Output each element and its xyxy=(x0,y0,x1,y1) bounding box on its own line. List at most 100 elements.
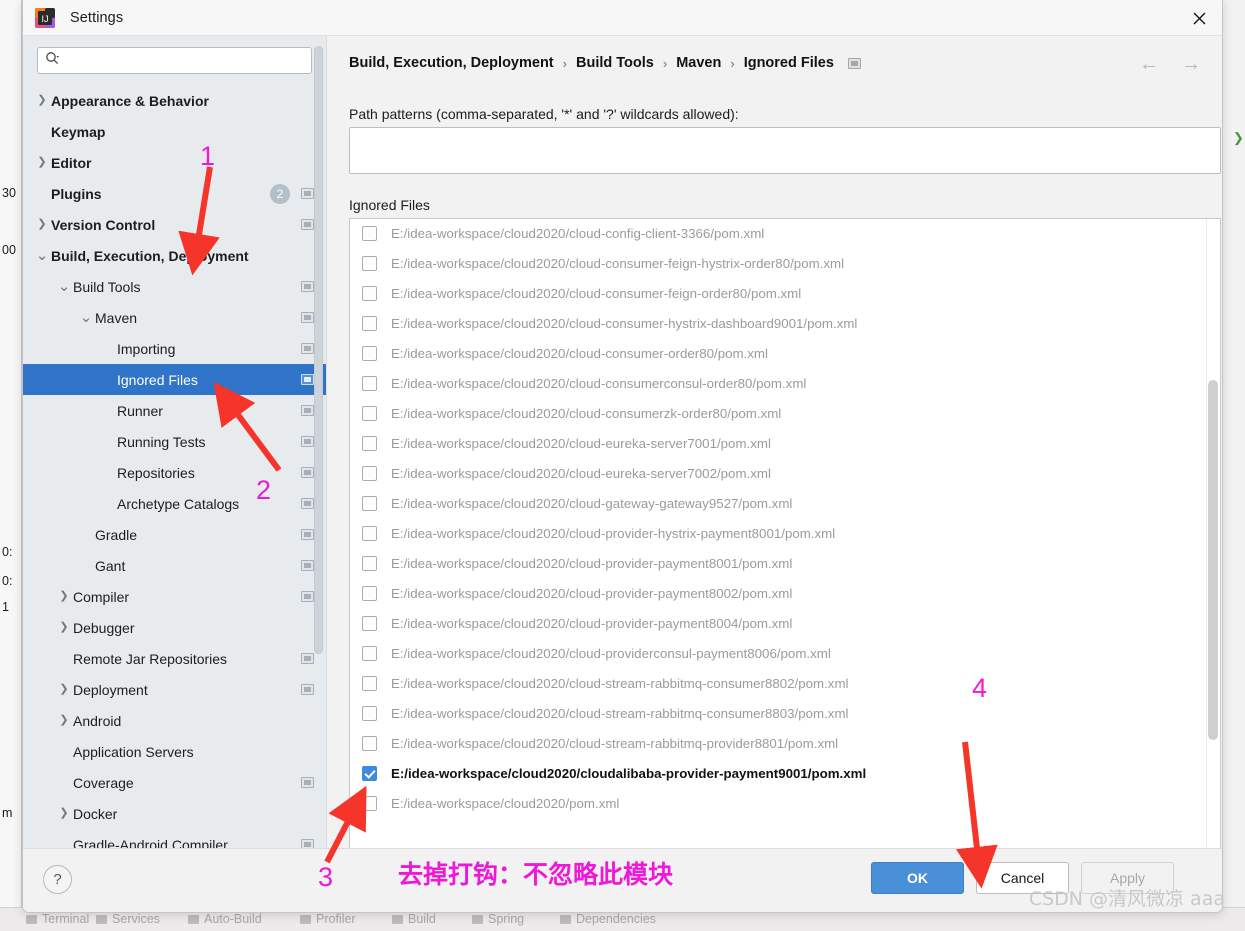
sidebar-item-appearance-behavior[interactable]: ❯ Appearance & Behavior xyxy=(23,85,326,116)
ignored-file-checkbox[interactable] xyxy=(362,585,377,601)
arrow-right-icon[interactable]: → xyxy=(1178,52,1204,76)
sidebar-item-coverage[interactable]: Coverage xyxy=(23,767,326,798)
sidebar-item-runner[interactable]: Runner xyxy=(23,395,326,426)
sidebar-item-deployment[interactable]: ❯ Deployment xyxy=(23,674,326,705)
ignored-file-checkbox[interactable] xyxy=(362,705,377,721)
help-button[interactable]: ? xyxy=(43,865,72,894)
ignored-file-checkbox[interactable] xyxy=(362,645,377,661)
ignored-file-checkbox[interactable] xyxy=(362,525,377,541)
sidebar-item-version-control[interactable]: ❯ Version Control xyxy=(23,209,326,240)
ignored-file-checkbox[interactable] xyxy=(362,795,377,811)
chevron-down-icon[interactable]: ⌄ xyxy=(55,279,73,294)
chevron-down-icon[interactable]: ⌄ xyxy=(33,248,51,263)
files-scrollbar-track[interactable] xyxy=(1206,219,1220,848)
ignored-file-row[interactable]: E:/idea-workspace/cloud2020/cloud-consum… xyxy=(350,368,1220,398)
ignored-file-checkbox[interactable] xyxy=(362,405,377,421)
sidebar-item-gant[interactable]: Gant xyxy=(23,550,326,581)
ignored-file-row[interactable]: E:/idea-workspace/cloud2020/pom.xml xyxy=(350,788,1220,818)
ignored-file-checkbox[interactable] xyxy=(362,615,377,631)
ignored-file-row[interactable]: E:/idea-workspace/cloud2020/cloud-gatewa… xyxy=(350,488,1220,518)
sidebar-item-docker[interactable]: ❯ Docker xyxy=(23,798,326,829)
chevron-right-icon[interactable]: ❯ xyxy=(55,684,73,695)
tool-tab-build[interactable]: Build xyxy=(392,912,436,926)
chevron-right-icon[interactable]: ❯ xyxy=(33,219,51,230)
ignored-file-row[interactable]: E:/idea-workspace/cloud2020/cloud-provid… xyxy=(350,608,1220,638)
ignored-file-checkbox[interactable] xyxy=(362,285,377,301)
ignored-file-row[interactable]: E:/idea-workspace/cloud2020/cloud-config… xyxy=(350,219,1220,248)
sidebar-item-gradle-android-compiler[interactable]: Gradle-Android Compiler xyxy=(23,829,326,848)
breadcrumb-item[interactable]: Ignored Files xyxy=(744,55,834,71)
ignored-file-checkbox[interactable] xyxy=(362,315,377,331)
sidebar-item-build-tools[interactable]: ⌄ Build Tools xyxy=(23,271,326,302)
breadcrumb-item[interactable]: Build, Execution, Deployment xyxy=(349,55,554,71)
tool-tab-spring[interactable]: Spring xyxy=(472,912,524,926)
ignored-file-row[interactable]: E:/idea-workspace/cloud2020/cloud-consum… xyxy=(350,338,1220,368)
sidebar-item-gradle[interactable]: Gradle xyxy=(23,519,326,550)
ignored-file-checkbox[interactable] xyxy=(362,555,377,571)
chevron-right-icon[interactable]: ❯ xyxy=(55,715,73,726)
sidebar-item-repositories[interactable]: Repositories xyxy=(23,457,326,488)
sidebar-scrollbar[interactable] xyxy=(314,46,323,654)
sidebar-item-archetype-catalogs[interactable]: Archetype Catalogs xyxy=(23,488,326,519)
apply-button[interactable]: Apply xyxy=(1081,862,1174,894)
breadcrumb-item[interactable]: Maven xyxy=(676,55,721,71)
close-icon[interactable] xyxy=(1176,0,1222,36)
breadcrumb-item[interactable]: Build Tools xyxy=(576,55,654,71)
sidebar-item-keymap[interactable]: Keymap xyxy=(23,116,326,147)
ignored-file-checkbox[interactable] xyxy=(362,345,377,361)
ignored-file-checkbox[interactable] xyxy=(362,765,377,781)
sidebar-item-compiler[interactable]: ❯ Compiler xyxy=(23,581,326,612)
ignored-file-row[interactable]: E:/idea-workspace/cloud2020/cloud-consum… xyxy=(350,248,1220,278)
ignored-file-checkbox[interactable] xyxy=(362,255,377,271)
ignored-file-checkbox[interactable] xyxy=(362,495,377,511)
ignored-file-row[interactable]: E:/idea-workspace/cloud2020/cloud-stream… xyxy=(350,728,1220,758)
sidebar-item-android[interactable]: ❯ Android xyxy=(23,705,326,736)
ok-button[interactable]: OK xyxy=(871,862,964,894)
sidebar-item-plugins[interactable]: Plugins 2 xyxy=(23,178,326,209)
ignored-file-row[interactable]: E:/idea-workspace/cloud2020/cloud-eureka… xyxy=(350,428,1220,458)
tool-tab-terminal[interactable]: Terminal xyxy=(26,912,89,926)
sidebar-item-importing[interactable]: Importing xyxy=(23,333,326,364)
tool-tab-dependencies[interactable]: Dependencies xyxy=(560,912,656,926)
sidebar-item-editor[interactable]: ❯ Editor xyxy=(23,147,326,178)
ignored-file-checkbox[interactable] xyxy=(362,375,377,391)
sidebar-item-ignored-files[interactable]: Ignored Files xyxy=(23,364,326,395)
path-patterns-input[interactable] xyxy=(349,127,1221,174)
ignored-file-row[interactable]: E:/idea-workspace/cloud2020/cloud-stream… xyxy=(350,698,1220,728)
files-scrollbar-thumb[interactable] xyxy=(1208,380,1218,740)
ignored-file-row[interactable]: E:/idea-workspace/cloud2020/cloud-eureka… xyxy=(350,458,1220,488)
chevron-right-icon[interactable]: ❯ xyxy=(33,95,51,106)
ignored-file-row[interactable]: E:/idea-workspace/cloud2020/cloud-consum… xyxy=(350,278,1220,308)
tool-tab-auto-build[interactable]: Auto-Build xyxy=(188,912,262,926)
ignored-file-row[interactable]: E:/idea-workspace/cloud2020/cloud-stream… xyxy=(350,668,1220,698)
ignored-file-checkbox[interactable] xyxy=(362,735,377,751)
sidebar-item-application-servers[interactable]: Application Servers xyxy=(23,736,326,767)
chevron-right-icon[interactable]: ❯ xyxy=(33,157,51,168)
sidebar-item-build-execution-deployment[interactable]: ⌄ Build, Execution, Deployment xyxy=(23,240,326,271)
ignored-file-checkbox[interactable] xyxy=(362,225,377,241)
ignored-file-row[interactable]: E:/idea-workspace/cloud2020/cloud-consum… xyxy=(350,398,1220,428)
cancel-button[interactable]: Cancel xyxy=(976,862,1069,894)
arrow-left-icon[interactable]: ← xyxy=(1136,52,1162,76)
sidebar-item-maven[interactable]: ⌄ Maven xyxy=(23,302,326,333)
ignored-file-row[interactable]: E:/idea-workspace/cloud2020/cloud-provid… xyxy=(350,548,1220,578)
ignored-file-row[interactable]: E:/idea-workspace/cloud2020/cloud-consum… xyxy=(350,308,1220,338)
sidebar-item-debugger[interactable]: ❯ Debugger xyxy=(23,612,326,643)
ignored-file-row[interactable]: E:/idea-workspace/cloud2020/cloudalibaba… xyxy=(350,758,1220,788)
search-box[interactable] xyxy=(37,47,312,74)
ignored-file-checkbox[interactable] xyxy=(362,465,377,481)
tool-tab-profiler[interactable]: Profiler xyxy=(300,912,356,926)
chevron-right-icon[interactable]: ❯ xyxy=(55,622,73,633)
ignored-file-row[interactable]: E:/idea-workspace/cloud2020/cloud-provid… xyxy=(350,518,1220,548)
sidebar-item-running-tests[interactable]: Running Tests xyxy=(23,426,326,457)
chevron-down-icon[interactable]: ⌄ xyxy=(77,310,95,325)
ignored-file-row[interactable]: E:/idea-workspace/cloud2020/cloud-provid… xyxy=(350,578,1220,608)
tool-tab-services[interactable]: Services xyxy=(96,912,160,926)
chevron-right-icon[interactable]: ❯ xyxy=(55,808,73,819)
ignored-file-checkbox[interactable] xyxy=(362,435,377,451)
ignored-file-row[interactable]: E:/idea-workspace/cloud2020/cloud-provid… xyxy=(350,638,1220,668)
ignored-file-checkbox[interactable] xyxy=(362,675,377,691)
sidebar-item-remote-jar-repositories[interactable]: Remote Jar Repositories xyxy=(23,643,326,674)
search-input[interactable] xyxy=(64,52,304,69)
chevron-right-icon[interactable]: ❯ xyxy=(55,591,73,602)
